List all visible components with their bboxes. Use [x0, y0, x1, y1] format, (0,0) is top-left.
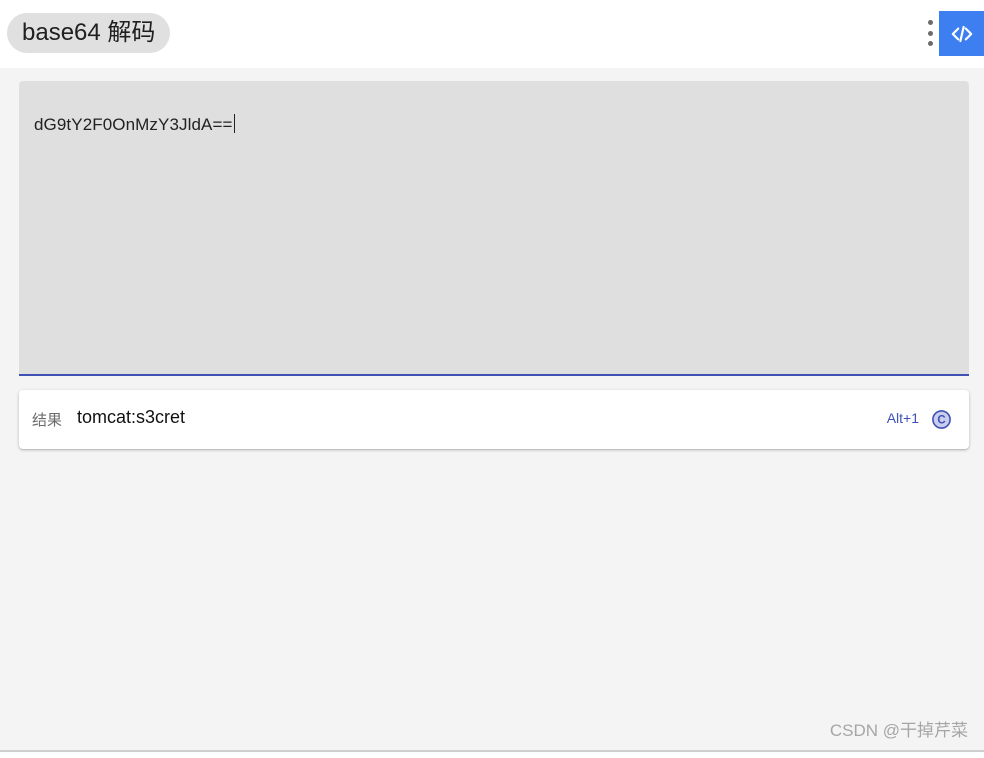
code-icon [951, 25, 972, 42]
tool-title-chip[interactable]: base64 解码 [7, 13, 171, 53]
watermark: CSDN @干掉芹菜 [829, 721, 968, 740]
menu-dot [927, 20, 933, 25]
base64-input-textarea[interactable]: dG9tY2F0OnMzY3JldA== [19, 81, 969, 376]
input-value: dG9tY2F0OnMzY3JldA== [34, 115, 233, 134]
menu-dot [927, 41, 933, 46]
text-caret [233, 114, 235, 133]
result-card: 结果 tomcat:s3cret Alt+1 C [19, 390, 969, 449]
bottom-edge [0, 750, 984, 758]
result-label: 结果 [32, 412, 63, 429]
result-value[interactable]: tomcat:s3cret [77, 407, 185, 428]
menu-dot [927, 30, 933, 36]
main-content: dG9tY2F0OnMzY3JldA== 结果 tomcat:s3cret Al… [0, 68, 984, 750]
copy-icon[interactable]: C [931, 409, 952, 430]
page: base64 解码 dG9tY2F0OnMzY3JldA== 结果 tomcat… [0, 0, 984, 758]
copy-shortcut-hint: Alt+1 [886, 410, 919, 426]
code-view-button[interactable] [939, 11, 984, 56]
copy-icon-glyph: C [937, 415, 945, 427]
app-header: base64 解码 [0, 0, 984, 68]
more-vertical-icon[interactable] [920, 18, 940, 48]
